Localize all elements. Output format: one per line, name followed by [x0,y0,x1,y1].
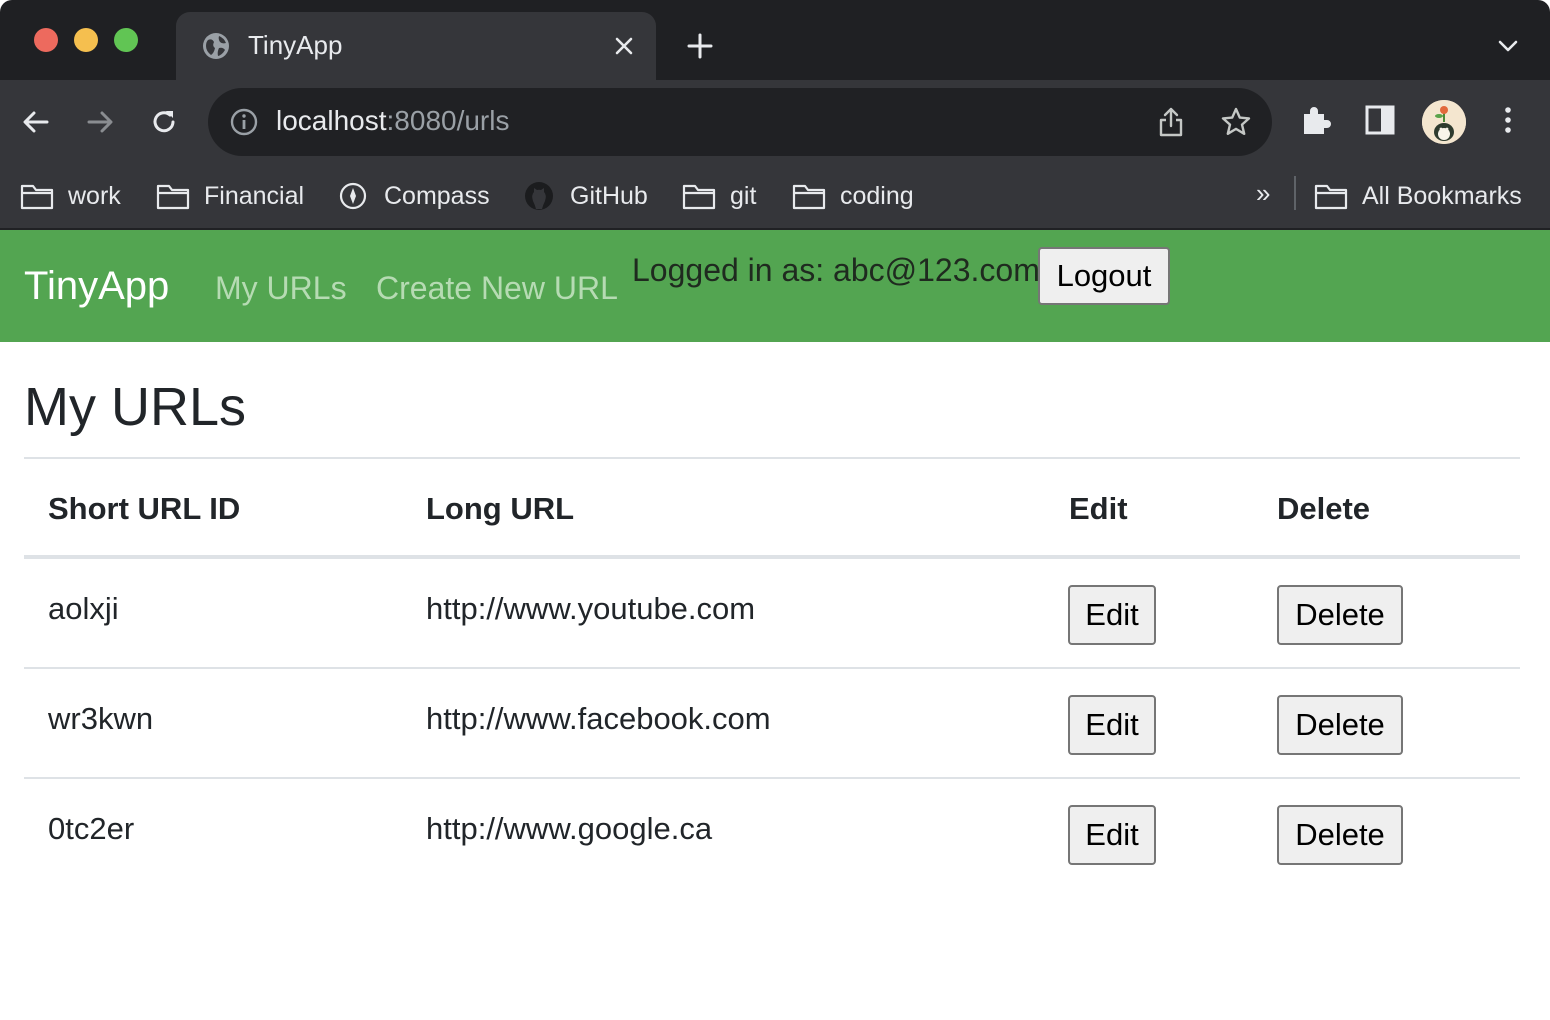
table-row: wr3kwn http://www.facebook.com Edit Dele… [24,669,1520,779]
folder-icon [20,184,54,210]
delete-button[interactable]: Delete [1277,805,1403,865]
browser-tab-active[interactable]: TinyApp [176,12,656,80]
column-header-edit: Edit [1069,491,1128,526]
back-arrow-icon[interactable] [20,106,52,138]
long-url: http://www.facebook.com [426,701,771,736]
short-url-id: aolxji [48,591,119,626]
forward-arrow-icon[interactable] [84,106,116,138]
bookmark-label: All Bookmarks [1362,181,1522,210]
folder-icon [792,184,826,210]
bookmark-git[interactable]: git [682,176,756,216]
github-icon [525,182,553,210]
bookmark-label: Financial [204,181,305,210]
bookmark-label: Compass [384,181,490,210]
close-icon[interactable] [612,34,636,58]
tab-title: TinyApp [248,30,343,60]
folder-icon [1314,184,1348,210]
urls-table: Short URL ID Long URL Edit Delete aolxji… [24,457,1520,889]
address-bar[interactable]: localhost:8080/urls [208,88,1272,156]
address-url: localhost:8080/urls [276,105,509,137]
bookmarks-overflow-button[interactable]: » [1256,178,1270,209]
bookmark-compass[interactable]: Compass [336,176,490,216]
folder-icon [682,184,716,210]
bookmarks-divider [1294,176,1296,210]
info-icon[interactable] [230,108,258,136]
url-host: localhost [276,105,387,136]
column-header-long-url: Long URL [426,491,575,526]
bookmark-label: work [68,181,121,210]
short-url-id: 0tc2er [48,811,135,846]
logged-in-status: Logged in as: abc@123.com [632,252,1040,288]
browser-toolbar: localhost:8080/urls [0,80,1550,164]
column-header-delete: Delete [1277,491,1371,526]
bookmark-coding[interactable]: coding [792,176,914,216]
folder-icon [156,184,190,210]
close-window-button[interactable] [34,28,58,52]
bookmark-label: GitHub [570,181,648,210]
profile-avatar[interactable] [1422,100,1466,144]
site-navbar: TinyApp My URLs Create New URL Logged in… [0,230,1550,342]
side-panel-icon[interactable] [1362,102,1398,138]
edit-button[interactable]: Edit [1068,805,1156,865]
delete-button[interactable]: Delete [1277,695,1403,755]
globe-icon [203,33,229,59]
bookmark-all-bookmarks[interactable]: All Bookmarks [1314,176,1522,216]
reload-icon[interactable] [148,106,180,138]
tab-strip: TinyApp [0,0,1550,80]
nav-link-create-new-url[interactable]: Create New URL [376,270,618,307]
edit-button[interactable]: Edit [1068,585,1156,645]
extensions-icon[interactable] [1298,102,1334,138]
bookmark-github[interactable]: GitHub [522,176,648,216]
table-row: aolxji http://www.youtube.com Edit Delet… [24,559,1520,669]
more-vertical-icon[interactable] [1490,102,1526,138]
logout-button[interactable]: Logout [1038,247,1170,305]
chevron-down-icon[interactable] [1496,36,1520,56]
column-header-short-url-id: Short URL ID [48,491,241,526]
bookmark-financial[interactable]: Financial [156,176,304,216]
brand-link[interactable]: TinyApp [24,264,169,309]
edit-button[interactable]: Edit [1068,695,1156,755]
star-icon[interactable] [1220,106,1252,138]
table-header: Short URL ID Long URL Edit Delete [24,459,1520,559]
url-path: :8080/urls [386,105,510,136]
bookmark-work[interactable]: work [20,176,121,216]
plus-icon[interactable] [686,32,714,60]
minimize-window-button[interactable] [74,28,98,52]
short-url-id: wr3kwn [48,701,154,736]
compass-icon [339,182,367,210]
page-title: My URLs [24,377,247,437]
bookmark-label: git [730,181,757,210]
bookmark-label: coding [840,181,914,210]
avatar-icon [1422,100,1466,144]
delete-button[interactable]: Delete [1277,585,1403,645]
long-url: http://www.google.ca [426,811,713,846]
maximize-window-button[interactable] [114,28,138,52]
long-url: http://www.youtube.com [426,591,756,626]
share-icon[interactable] [1156,106,1186,138]
bookmarks-bar: work Financial Compass GitHub git coding… [0,164,1550,230]
nav-link-my-urls[interactable]: My URLs [215,270,347,307]
table-row: 0tc2er http://www.google.ca Edit Delete [24,779,1520,889]
